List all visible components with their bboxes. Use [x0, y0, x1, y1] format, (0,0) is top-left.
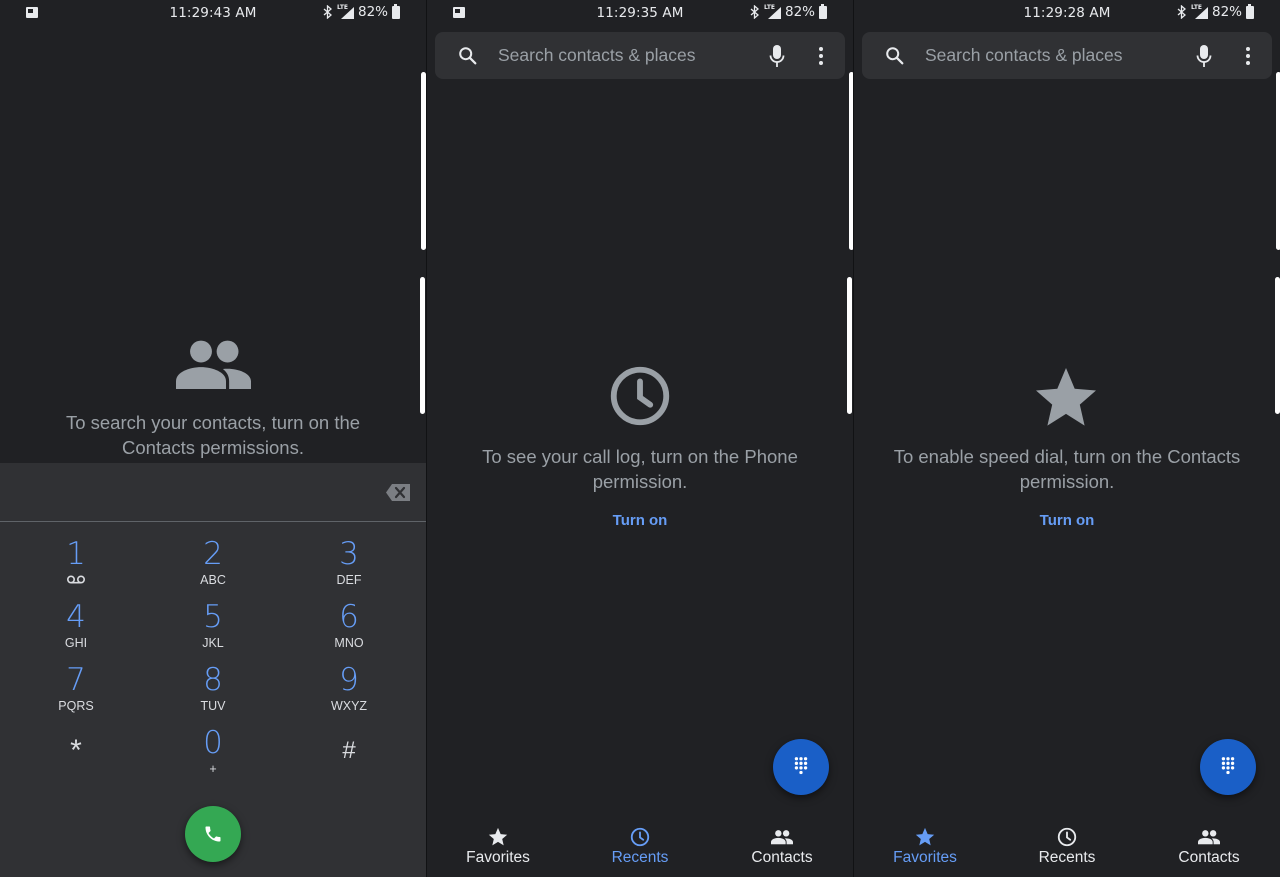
tab-contacts[interactable]: Contacts — [1138, 819, 1280, 877]
recents-screen: 11:29:35 AM LTE 82% Search contacts & pl… — [427, 0, 853, 877]
dialpad-icon — [1217, 756, 1239, 778]
people-icon — [176, 339, 251, 389]
status-bar: 11:29:35 AM LTE 82% — [427, 0, 853, 26]
people-icon — [1198, 829, 1220, 845]
empty-state: To search your contacts, turn on the Con… — [0, 410, 426, 460]
search-input[interactable]: Search contacts & places — [925, 45, 1122, 66]
empty-state: To enable speed dial, turn on the Contac… — [854, 444, 1280, 530]
empty-state: To see your call log, turn on the Phone … — [427, 444, 853, 530]
clock-icon — [605, 361, 675, 431]
bluetooth-icon — [323, 5, 332, 19]
call-button[interactable] — [185, 806, 241, 862]
key-0[interactable]: 0 + — [168, 727, 258, 785]
empty-state-text: To enable speed dial, turn on the Contac… — [893, 446, 1241, 492]
clock-icon — [1056, 826, 1078, 848]
dialpad-sheet: 1 2 ABC 3 DEF 4 GHI 5 JKL 6 MNO 7 PQRS 8… — [0, 463, 426, 877]
search-bar[interactable]: Search contacts & places — [862, 32, 1272, 79]
battery-icon — [392, 3, 400, 19]
mic-icon[interactable] — [1196, 44, 1212, 68]
key-1[interactable]: 1 — [31, 538, 121, 596]
mic-icon[interactable] — [769, 44, 785, 68]
key-8[interactable]: 8 TUV — [168, 664, 258, 722]
bottom-navigation: Favorites Recents Contacts — [854, 819, 1280, 877]
search-icon[interactable] — [884, 45, 906, 67]
tab-contacts[interactable]: Contacts — [711, 819, 853, 877]
search-icon[interactable] — [457, 45, 479, 67]
empty-state-text: To see your call log, turn on the Phone … — [482, 446, 798, 492]
backspace-icon[interactable] — [386, 484, 410, 501]
star-icon — [487, 826, 509, 848]
key-star[interactable]: * — [31, 734, 121, 792]
tab-favorites[interactable]: Favorites — [854, 819, 996, 877]
key-7[interactable]: 7 PQRS — [31, 664, 121, 722]
bottom-navigation: Favorites Recents Contacts — [427, 819, 853, 877]
key-2[interactable]: 2 ABC — [168, 538, 258, 596]
bluetooth-icon — [750, 5, 759, 19]
voicemail-icon — [66, 575, 86, 584]
battery-icon — [819, 3, 827, 19]
star-icon — [914, 826, 936, 848]
star-icon — [1030, 362, 1102, 434]
status-bar: 11:29:43 AM LTE 82% — [0, 0, 426, 26]
tab-recents[interactable]: Recents — [996, 819, 1138, 877]
edge-highlight — [847, 277, 852, 414]
search-bar[interactable]: Search contacts & places — [435, 32, 845, 79]
key-3[interactable]: 3 DEF — [304, 538, 394, 596]
bluetooth-icon — [1177, 5, 1186, 19]
empty-state-text: To search your contacts, turn on the Con… — [65, 412, 361, 458]
clock-icon — [629, 826, 651, 848]
status-bar: 11:29:28 AM LTE 82% — [854, 0, 1280, 26]
battery-percent: 82% — [784, 4, 815, 20]
edge-highlight — [420, 277, 425, 414]
dialpad-fab[interactable] — [1200, 739, 1256, 795]
key-4[interactable]: 4 GHI — [31, 601, 121, 659]
tab-recents[interactable]: Recents — [569, 819, 711, 877]
battery-percent: 82% — [357, 4, 388, 20]
more-options-icon[interactable] — [815, 46, 827, 66]
signal-icon: LTE — [337, 4, 354, 19]
digits-input[interactable] — [0, 463, 426, 522]
people-icon — [771, 829, 793, 845]
dialpad-icon — [790, 756, 812, 778]
key-5[interactable]: 5 JKL — [168, 601, 258, 659]
battery-icon — [1246, 3, 1254, 19]
turn-on-button[interactable]: Turn on — [1040, 512, 1095, 529]
signal-icon: LTE — [1191, 4, 1208, 19]
more-options-icon[interactable] — [1242, 46, 1254, 66]
tab-favorites[interactable]: Favorites — [427, 819, 569, 877]
dialpad-fab[interactable] — [773, 739, 829, 795]
signal-icon: LTE — [764, 4, 781, 19]
phone-icon — [205, 826, 221, 842]
edge-highlight — [1276, 72, 1280, 250]
dialpad-screen: 11:29:43 AM LTE 82% To search your conta… — [0, 0, 426, 877]
key-hash[interactable]: # — [304, 734, 394, 792]
search-input[interactable]: Search contacts & places — [498, 45, 695, 66]
turn-on-button[interactable]: Turn on — [613, 512, 668, 529]
favorites-screen: 11:29:28 AM LTE 82% Search contacts & pl… — [854, 0, 1280, 877]
key-6[interactable]: 6 MNO — [304, 601, 394, 659]
battery-percent: 82% — [1211, 4, 1242, 20]
key-9[interactable]: 9 WXYZ — [304, 664, 394, 722]
edge-highlight — [1275, 277, 1280, 414]
